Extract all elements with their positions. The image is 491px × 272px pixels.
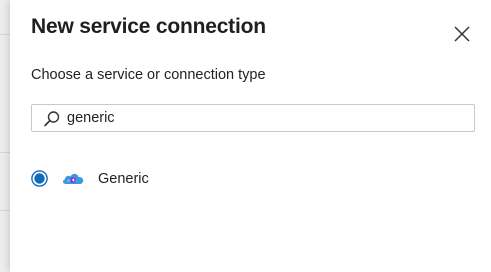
close-icon — [454, 26, 470, 42]
search-icon — [44, 111, 60, 127]
search-box[interactable] — [31, 104, 475, 132]
radio-button-selected[interactable] — [31, 170, 48, 187]
cloud-icon — [63, 173, 84, 184]
search-input[interactable] — [67, 105, 467, 131]
new-service-connection-panel: New service connection Choose a service … — [10, 0, 491, 272]
panel-subtitle: Choose a service or connection type — [31, 67, 266, 83]
panel-title: New service connection — [31, 15, 266, 38]
connection-type-option-generic[interactable]: Generic — [31, 165, 231, 193]
close-button[interactable] — [451, 23, 473, 45]
option-label: Generic — [98, 171, 149, 187]
